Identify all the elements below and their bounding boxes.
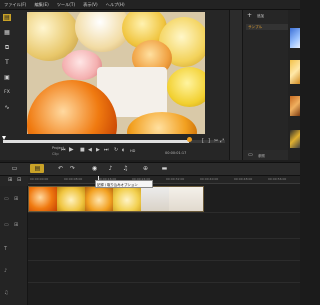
auto-music-icon[interactable]: ♫ [121,164,130,173]
library-thumbnail[interactable] [290,130,300,148]
track-divider [28,282,300,283]
add-folder-icon[interactable]: + [247,12,252,19]
browse-label[interactable]: 参照 [258,153,265,158]
stop-icon[interactable]: ■ [80,147,85,153]
overlay-track-icon[interactable]: ▭ [4,222,9,228]
clip-mode-label[interactable]: Clip [52,152,59,156]
track-visibility-icon[interactable]: ⊞ [14,222,18,228]
add-folder-label[interactable]: 追加 [257,14,264,19]
show-all-tracks-icon[interactable]: ⊞ [8,177,12,183]
step-back-icon[interactable]: ◀ [88,147,92,153]
split-icon[interactable]: ✂ [214,138,218,144]
menu-bar: ファイル(F) 編集(E) ツール(T) 表示(V) ヘルプ(H) [0,0,300,10]
transition-icon[interactable]: ⧉ [3,44,11,51]
subtitle-editor-icon[interactable]: ▬ [160,164,169,173]
media-icon[interactable]: ▤ [3,14,11,21]
menu-view[interactable]: 表示(V) [83,0,98,10]
mark-in-handle[interactable] [2,136,6,140]
library-folder-sample-label[interactable]: サンプル [248,25,262,30]
mark-out-icon[interactable]: ] [208,138,210,144]
fit-project-icon[interactable]: ⊟ [17,177,21,183]
instant-project-icon[interactable]: ▦ [3,29,11,36]
timecode-display[interactable]: 00:00:01:17 [165,151,186,155]
scrubber-handle[interactable] [187,137,192,142]
mark-in-icon[interactable]: [ [202,138,204,144]
library-thumbnail[interactable] [290,96,300,116]
video-clip[interactable] [28,186,204,212]
filter-icon[interactable]: FX [3,89,11,96]
music-track-icon[interactable]: ♫ [4,290,8,296]
sound-mixer-icon[interactable]: ♪ [106,164,115,173]
timeline-view-icon: ▤ [34,165,41,172]
ruler-tick-label: 00:00:40:00 [200,177,219,181]
ruler-tick-label: 00:00:00:00 [30,177,49,181]
video-editor-window: ファイル(F) 編集(E) ツール(T) 表示(V) ヘルプ(H) Projec… [0,0,300,305]
track-lock-icon[interactable]: ⊞ [14,196,18,202]
track-divider [28,260,300,261]
storyboard-view-icon[interactable]: ▭ [10,164,19,173]
preview-video-frame [27,12,205,134]
undo-icon[interactable]: ↶ [56,164,65,173]
track-divider [28,238,300,239]
ruler-tick-label: 00:00:48:00 [234,177,253,181]
library-panel [243,10,288,160]
repeat-icon[interactable]: ↻ [114,147,118,153]
volume-icon[interactable]: ◖ [122,147,124,153]
enlarge-icon[interactable]: ⤢ [220,138,224,144]
title-icon[interactable]: T [3,59,11,66]
path-icon[interactable]: ∿ [3,104,11,111]
video-track-icon[interactable]: ▭ [4,196,9,202]
library-category-toolbar [229,10,243,160]
voice-track-icon[interactable]: ♪ [4,268,7,274]
tooltip-text: 記録 / 取り込みオプション [97,182,138,187]
redo-icon[interactable]: ↷ [68,164,77,173]
track-divider [28,212,300,213]
menu-help[interactable]: ヘルプ(H) [106,0,125,10]
prev-frame-icon[interactable]: ⏮ [61,147,66,153]
next-frame-icon[interactable]: ⏭ [104,147,109,153]
ruler-tick-label: 00:00:56:00 [268,177,287,181]
graphic-icon[interactable]: ▣ [3,74,11,81]
ruler-tick-label: 00:00:08:00 [64,177,83,181]
library-thumbnail[interactable] [290,60,300,84]
hd-toggle[interactable]: HD [130,148,135,154]
play-button[interactable]: ▶ [69,147,74,153]
record-capture-icon[interactable]: ◉ [90,164,99,173]
preview-scrubber-progress [3,140,189,143]
timeline-toolbar [0,162,300,176]
menu-tools[interactable]: ツール(T) [57,0,75,10]
step-forward-icon[interactable]: ▶ [96,147,100,153]
title-track-icon[interactable]: T [4,246,7,252]
folder-browse-icon[interactable]: ▭ [248,152,253,158]
library-thumbnail[interactable] [290,28,300,48]
ruler-tick-label: 00:00:32:00 [166,177,185,181]
menu-edit[interactable]: 編集(E) [34,0,48,10]
ruler-corner [0,176,28,186]
motion-tracking-icon[interactable]: ⊕ [141,164,150,173]
menu-file[interactable]: ファイル(F) [4,0,26,10]
